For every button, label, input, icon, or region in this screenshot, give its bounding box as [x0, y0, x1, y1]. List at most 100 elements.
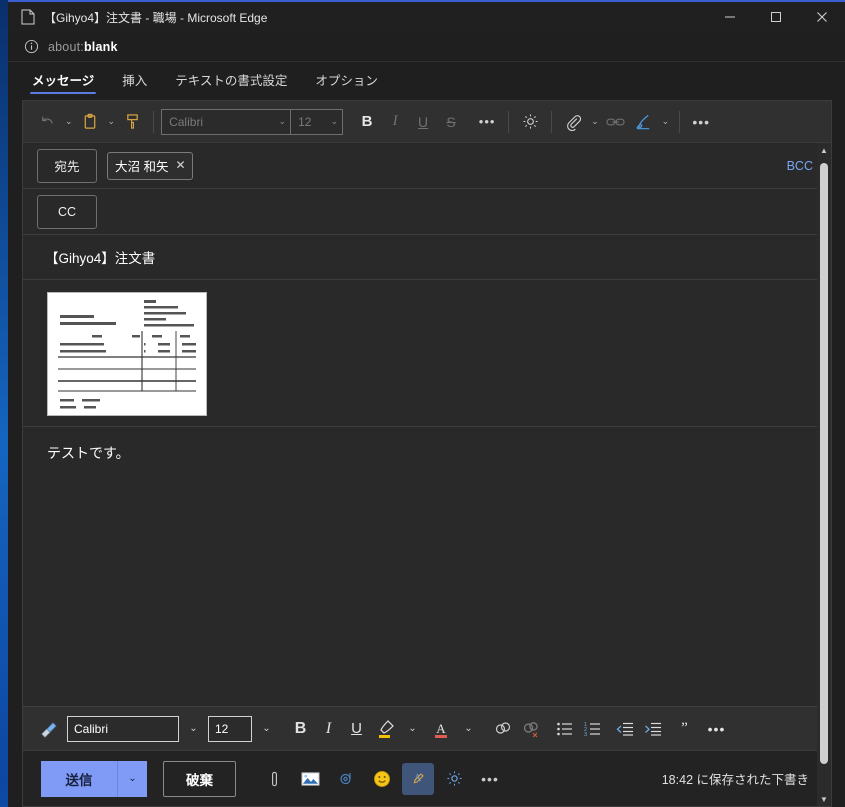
ribbon-tab-bar: メッセージ 挿入 テキストの書式設定 オプション [8, 62, 845, 96]
send-options-caret-icon[interactable]: ⌄ [117, 760, 147, 797]
font-name-value: Calibri [169, 114, 204, 129]
format-painter-icon[interactable] [118, 107, 146, 137]
tab-options[interactable]: オプション [305, 70, 388, 96]
toolbar-divider-4 [679, 110, 681, 133]
window-title: 【Gihyo4】注文書 - 職場 - Microsoft Edge [44, 10, 268, 25]
loop-component-icon[interactable] [330, 763, 362, 795]
italic-button[interactable]: I [381, 107, 409, 137]
paperclip-icon[interactable] [559, 107, 587, 137]
decrease-indent-icon[interactable] [611, 714, 638, 744]
font-name-display[interactable]: Calibri ⌄ [161, 108, 292, 135]
attach-caret-icon[interactable]: ⌄ [588, 116, 602, 127]
svg-text:A: A [436, 721, 446, 736]
attachment-thumbnail[interactable] [47, 292, 207, 416]
scroll-thumb[interactable] [820, 163, 828, 764]
link-icon[interactable] [489, 714, 516, 744]
discard-button[interactable]: 破棄 [163, 760, 236, 797]
info-circle-icon[interactable] [20, 39, 42, 54]
font-size-caret-icon[interactable]: ⌄ [331, 116, 339, 127]
numbered-list-icon[interactable]: 123 [579, 714, 606, 744]
draft-save-status: 18:42 に保存された下書き [661, 773, 809, 787]
font-name-caret-icon[interactable]: ⌄ [180, 714, 207, 744]
signature-pen-icon[interactable]: A [402, 762, 434, 795]
cc-field-button[interactable]: CC [37, 194, 97, 229]
message-body-text: テストです。 [47, 445, 130, 461]
page-icon [14, 9, 42, 25]
recipient-chip[interactable]: 大沼 和矢 ✕ [107, 151, 193, 180]
scroll-track[interactable] [817, 157, 831, 792]
italic-button[interactable]: I [315, 714, 342, 744]
highlight-caret-icon[interactable]: ⌄ [399, 714, 426, 744]
message-toolbar: ⌄ ⌄ Calibri ⌄ 12 ⌄ B I U S ••• ⌄ ⌄ ••• [23, 101, 831, 806]
format-painter-icon[interactable] [35, 714, 62, 744]
address-bar[interactable]: about:blank [8, 32, 845, 62]
font-size-display[interactable]: 12 ⌄ [291, 108, 344, 135]
font-name-value: Calibri [74, 721, 109, 736]
url-host: blank [83, 39, 118, 54]
font-name-caret-icon[interactable]: ⌄ [279, 116, 287, 127]
tab-insert[interactable]: 挿入 [112, 70, 157, 96]
compose-actions: A ••• [254, 762, 506, 795]
signature-caret-icon[interactable]: ⌄ [659, 116, 673, 127]
paperclip-icon[interactable] [258, 763, 290, 795]
bold-button[interactable]: B [353, 107, 381, 137]
font-size-field[interactable]: 12 [208, 715, 252, 742]
svg-text:3: 3 [584, 731, 587, 736]
compose-scrollbar[interactable]: ▲ ▼ [817, 143, 831, 806]
bcc-toggle-link[interactable]: BCC [779, 155, 821, 177]
action-more-button[interactable]: ••• [474, 763, 506, 795]
emoji-icon[interactable] [366, 763, 398, 795]
paste-caret-icon[interactable]: ⌄ [105, 116, 119, 127]
quote-icon[interactable]: ” [671, 714, 698, 744]
font-size-value: 12 [298, 114, 312, 129]
scroll-up-arrow[interactable]: ▲ [820, 143, 828, 157]
title-bar: 【Gihyo4】注文書 - 職場 - Microsoft Edge [8, 0, 845, 32]
toolbar-divider [153, 110, 155, 133]
underline-button[interactable]: U [343, 714, 370, 744]
undo-arrow-icon[interactable] [33, 107, 61, 137]
brightness-icon[interactable] [516, 107, 544, 137]
strikethrough-button[interactable]: S [437, 107, 465, 137]
more-formatting-button[interactable]: ••• [473, 107, 501, 137]
bold-button[interactable]: B [287, 714, 314, 744]
clipboard-icon[interactable] [76, 107, 104, 137]
increase-indent-icon[interactable] [639, 714, 666, 744]
toolbar-divider-3 [551, 110, 553, 133]
font-color-button[interactable]: A [427, 714, 454, 744]
bulleted-list-icon[interactable] [551, 714, 578, 744]
url-text[interactable]: about:blank [48, 40, 118, 54]
recipient-name: 大沼 和矢 [115, 159, 169, 174]
action-bar: 送信 ⌄ 破棄 A ••• 18:42 に保存された下書き [23, 750, 831, 806]
scroll-down-arrow[interactable]: ▼ [820, 792, 828, 806]
undo-caret-icon[interactable]: ⌄ [62, 116, 76, 127]
unlink-icon[interactable] [517, 714, 544, 744]
send-button-group: 送信 ⌄ [41, 760, 147, 797]
subject-input[interactable]: 【Gihyo4】注文書 [45, 247, 155, 267]
link-icon[interactable] [602, 107, 630, 137]
picture-icon[interactable] [294, 763, 326, 795]
remove-recipient-icon[interactable]: ✕ [175, 158, 185, 172]
send-button[interactable]: 送信 [41, 760, 117, 797]
cc-row: CC [23, 189, 831, 235]
message-body-editor[interactable]: テストです。 [23, 427, 831, 706]
format-more-button[interactable]: ••• [703, 714, 730, 744]
tab-message[interactable]: メッセージ [22, 70, 104, 96]
compose-pane: ⌄ ⌄ Calibri ⌄ 12 ⌄ B I U S ••• ⌄ ⌄ ••• 宛… [22, 100, 832, 807]
signature-pen-icon[interactable] [630, 107, 658, 137]
maximize-button[interactable] [753, 1, 799, 33]
brightness-icon[interactable] [438, 763, 470, 795]
font-name-field[interactable]: Calibri [67, 715, 179, 742]
font-size-value: 12 [215, 721, 229, 736]
highlighter-icon[interactable] [371, 714, 398, 744]
tab-format-text[interactable]: テキストの書式設定 [165, 70, 297, 96]
font-size-caret-icon[interactable]: ⌄ [253, 714, 280, 744]
font-color-caret-icon[interactable]: ⌄ [455, 714, 482, 744]
attachment-row [23, 280, 831, 427]
close-button[interactable] [799, 1, 845, 33]
toolbar-more-button[interactable]: ••• [687, 107, 715, 137]
underline-button[interactable]: U [409, 107, 437, 137]
minimize-button[interactable] [707, 1, 753, 33]
subject-row[interactable]: 【Gihyo4】注文書 [23, 235, 831, 280]
to-recipients-input[interactable]: 大沼 和矢 ✕ [97, 151, 779, 180]
to-field-button[interactable]: 宛先 [37, 148, 97, 183]
